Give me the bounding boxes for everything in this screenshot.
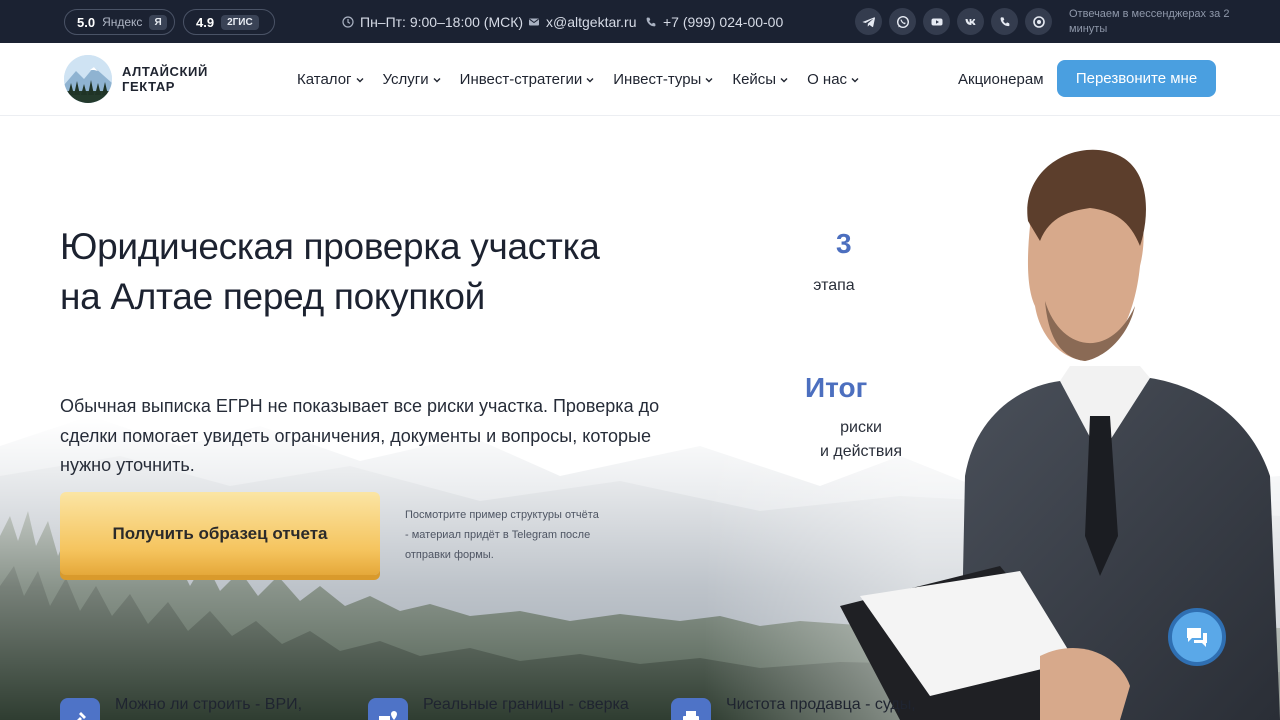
whatsapp-icon[interactable] xyxy=(889,8,916,35)
nav-services-label: Услуги xyxy=(382,71,429,88)
telegram-icon[interactable] xyxy=(855,8,882,35)
working-hours: Пн–Пт: 9:00–18:00 (МСК) xyxy=(342,0,523,43)
stat-stages-label: этапа xyxy=(813,277,855,294)
phone-text: +7 (999) 024-00-00 xyxy=(663,13,784,30)
yandex-label: Яндекс xyxy=(102,15,143,29)
chevron-down-icon xyxy=(586,77,594,82)
build-icon xyxy=(60,698,100,720)
get-sample-report-button[interactable]: Получить образец отчета xyxy=(60,492,380,575)
nav-catalog-label: Каталог xyxy=(297,71,352,88)
feature-build-text: Можно ли строить - ВРИ, xyxy=(115,696,303,713)
chat-button[interactable] xyxy=(1168,608,1226,666)
nav-cases[interactable]: Кейсы xyxy=(732,71,788,88)
vk-icon[interactable] xyxy=(957,8,984,35)
hero-title-line1: Юридическая проверка участка xyxy=(60,226,600,267)
nav-invest-tours-label: Инвест-туры xyxy=(613,71,702,88)
truck-location-icon xyxy=(368,698,408,720)
chevron-down-icon xyxy=(433,77,441,82)
main-nav: Каталог Услуги Инвест-стратегии Инвест-т… xyxy=(297,43,878,116)
nav-invest-strategies-label: Инвест-стратегии xyxy=(459,71,583,88)
top-bar: 5.0 Яндекс Я 4.9 2ГИС Пн–Пт: 9:00–18:00 … xyxy=(0,0,1280,43)
nav-invest-tours[interactable]: Инвест-туры xyxy=(613,71,713,88)
feature-real-borders: Реальные границы - сверка xyxy=(368,696,629,720)
stat-result-label: риски и действия xyxy=(812,416,910,464)
stat-result-label-line1: риски xyxy=(840,419,882,436)
nav-services[interactable]: Услуги xyxy=(383,71,441,88)
chat-icon xyxy=(1187,628,1207,647)
chevron-down-icon xyxy=(780,77,788,82)
max-icon[interactable] xyxy=(1025,8,1052,35)
nav-cases-label: Кейсы xyxy=(732,71,777,88)
nav-about-label: О нас xyxy=(807,71,848,88)
logo-icon[interactable] xyxy=(64,55,112,103)
call-icon[interactable] xyxy=(991,8,1018,35)
hours-text: Пн–Пт: 9:00–18:00 (МСК) xyxy=(360,13,524,30)
nav-about[interactable]: О нас xyxy=(807,71,859,88)
chevron-down-icon xyxy=(705,77,713,82)
2gis-rating[interactable]: 4.9 2ГИС xyxy=(183,9,275,35)
callback-button[interactable]: Перезвоните мне xyxy=(1057,60,1216,97)
hero-title-line2: на Алтае перед покупкой xyxy=(60,276,486,317)
phone-icon xyxy=(646,17,656,26)
hero-description: Обычная выписка ЕГРН не показывает все р… xyxy=(60,396,660,475)
feature-build-permissions: Можно ли строить - ВРИ, xyxy=(60,696,302,720)
logo-text-line2: ГЕКТАР xyxy=(122,79,176,94)
stat-result-label-line2: и действия xyxy=(820,443,902,460)
stat-stages-value: 3 xyxy=(836,228,852,259)
hero-section: Юридическая проверка участка на Алтае пе… xyxy=(0,116,1280,720)
hero-title: Юридическая проверка участка на Алтае пе… xyxy=(60,222,700,322)
nav-catalog[interactable]: Каталог xyxy=(297,71,364,88)
2gis-score: 4.9 xyxy=(196,14,215,30)
shareholders-link[interactable]: Акционерам xyxy=(958,71,1044,88)
main-header: АЛТАЙСКИЙ ГЕКТАР Каталог Услуги Инвест-с… xyxy=(0,43,1280,116)
feature-seller-check: Чистота продавца - суды, xyxy=(671,696,916,720)
clock-icon xyxy=(342,15,354,28)
nav-invest-strategies[interactable]: Инвест-стратегии xyxy=(460,71,595,88)
2gis-badge: 2ГИС xyxy=(221,14,259,30)
stat-result-value: Итог xyxy=(805,372,868,403)
email-contact[interactable]: x@altgektar.ru xyxy=(528,0,636,43)
printer-icon xyxy=(671,698,711,720)
mail-icon xyxy=(529,18,539,25)
chevron-down-icon xyxy=(356,77,364,82)
logo-text[interactable]: АЛТАЙСКИЙ ГЕКТАР xyxy=(122,64,208,94)
email-text: x@altgektar.ru xyxy=(546,13,637,30)
yandex-badge: Я xyxy=(149,14,167,30)
feature-borders-text: Реальные границы - сверка xyxy=(423,696,629,713)
sample-note: Посмотрите пример структуры отчёта - мат… xyxy=(405,509,599,561)
logo-text-line1: АЛТАЙСКИЙ xyxy=(122,64,208,79)
yandex-score: 5.0 xyxy=(77,14,96,30)
yandex-rating[interactable]: 5.0 Яндекс Я xyxy=(64,9,175,35)
feature-seller-text: Чистота продавца - суды, xyxy=(726,696,916,713)
messenger-note: Отвечаем в мессенджерах за 2 минуты xyxy=(1069,8,1230,35)
phone-contact[interactable]: +7 (999) 024-00-00 xyxy=(645,0,783,43)
chevron-down-icon xyxy=(851,77,859,82)
youtube-icon[interactable] xyxy=(923,8,950,35)
